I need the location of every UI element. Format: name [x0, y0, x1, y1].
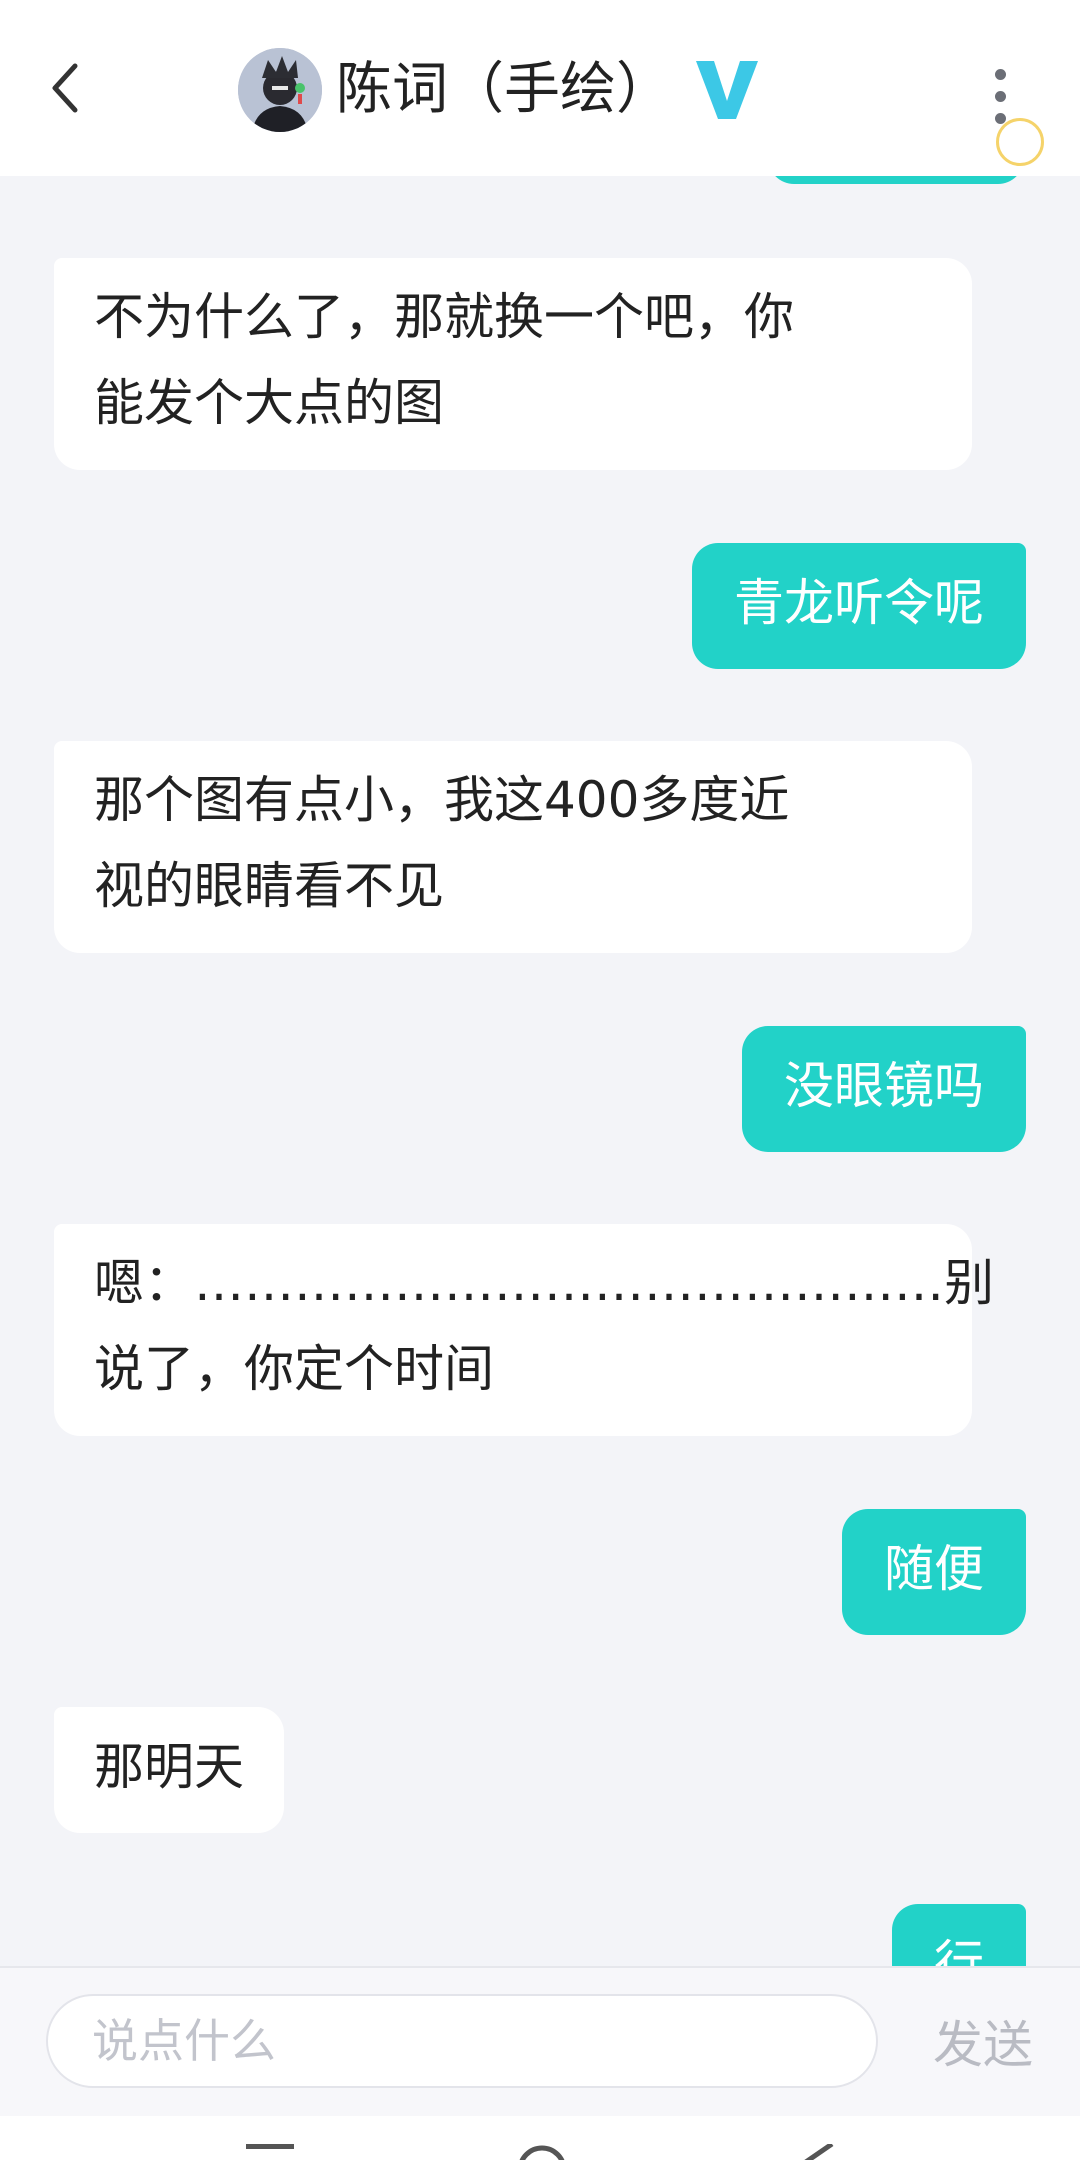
send-button[interactable]: 发送 [918, 1994, 1048, 2088]
more-vertical-icon-dot [994, 90, 1006, 102]
message-bubble-incoming[interactable]: 那个图有点小，我这400多度近 视的眼睛看不见 [54, 741, 972, 953]
back-button[interactable] [30, 50, 100, 130]
message-bubble-outgoing[interactable]: 行 [892, 1904, 1026, 1966]
touch-indicator [996, 118, 1044, 166]
message-text: 视的眼睛看不见 [94, 857, 444, 915]
menu-icon[interactable] [240, 2144, 300, 2160]
message-text: 行 [934, 1935, 984, 1966]
message-bubble-incoming[interactable]: 嗯：………………………………………别 说了，你定个时间 [54, 1224, 994, 1436]
message-text: 说了，你定个时间 [94, 1340, 494, 1398]
message-text: 不为什么了，那就换一个吧，你 [94, 288, 794, 346]
message-composer: 发送 [0, 1966, 1080, 2116]
chat-title-group[interactable]: 陈词（手绘） [238, 42, 764, 138]
home-icon[interactable] [512, 2144, 572, 2160]
system-nav-bar [0, 2116, 1080, 2160]
message-bubble-outgoing[interactable]: 青龙听令呢 [692, 543, 1026, 669]
more-vertical-icon-dot [994, 112, 1006, 124]
message-text: 没眼镜吗 [784, 1057, 984, 1115]
more-vertical-icon-dot [994, 68, 1006, 80]
message-bubble-outgoing[interactable]: 随便 [842, 1509, 1026, 1635]
message-text: 嗯：………………………………………别 [94, 1254, 994, 1312]
avatar[interactable] [238, 48, 322, 132]
chat-title: 陈词（手绘） [336, 57, 672, 122]
verified-v-icon [690, 50, 764, 130]
message-text: 随便 [884, 1540, 984, 1598]
message-text: 青龙听令呢 [734, 574, 984, 632]
message-bubble-incoming[interactable]: 不为什么了，那就换一个吧，你 能发个大点的图 [54, 258, 972, 470]
chat-header: 陈词（手绘） [0, 0, 1080, 176]
back-icon[interactable] [786, 2141, 846, 2160]
chat-screen: 不为什么了，那就换一个吧，你 能发个大点的图 青龙听令呢 那个图有点小，我这40… [0, 0, 1080, 2160]
message-list[interactable]: 不为什么了，那就换一个吧，你 能发个大点的图 青龙听令呢 那个图有点小，我这40… [0, 0, 1080, 1966]
message-text: 那明天 [94, 1738, 244, 1796]
message-text: 那个图有点小，我这400多度近 [94, 771, 790, 829]
message-bubble-outgoing[interactable]: 没眼镜吗 [742, 1026, 1026, 1152]
message-text: 能发个大点的图 [94, 374, 444, 432]
chevron-left-icon [45, 58, 85, 122]
message-input[interactable] [46, 1994, 878, 2088]
message-bubble-incoming[interactable]: 那明天 [54, 1707, 284, 1833]
